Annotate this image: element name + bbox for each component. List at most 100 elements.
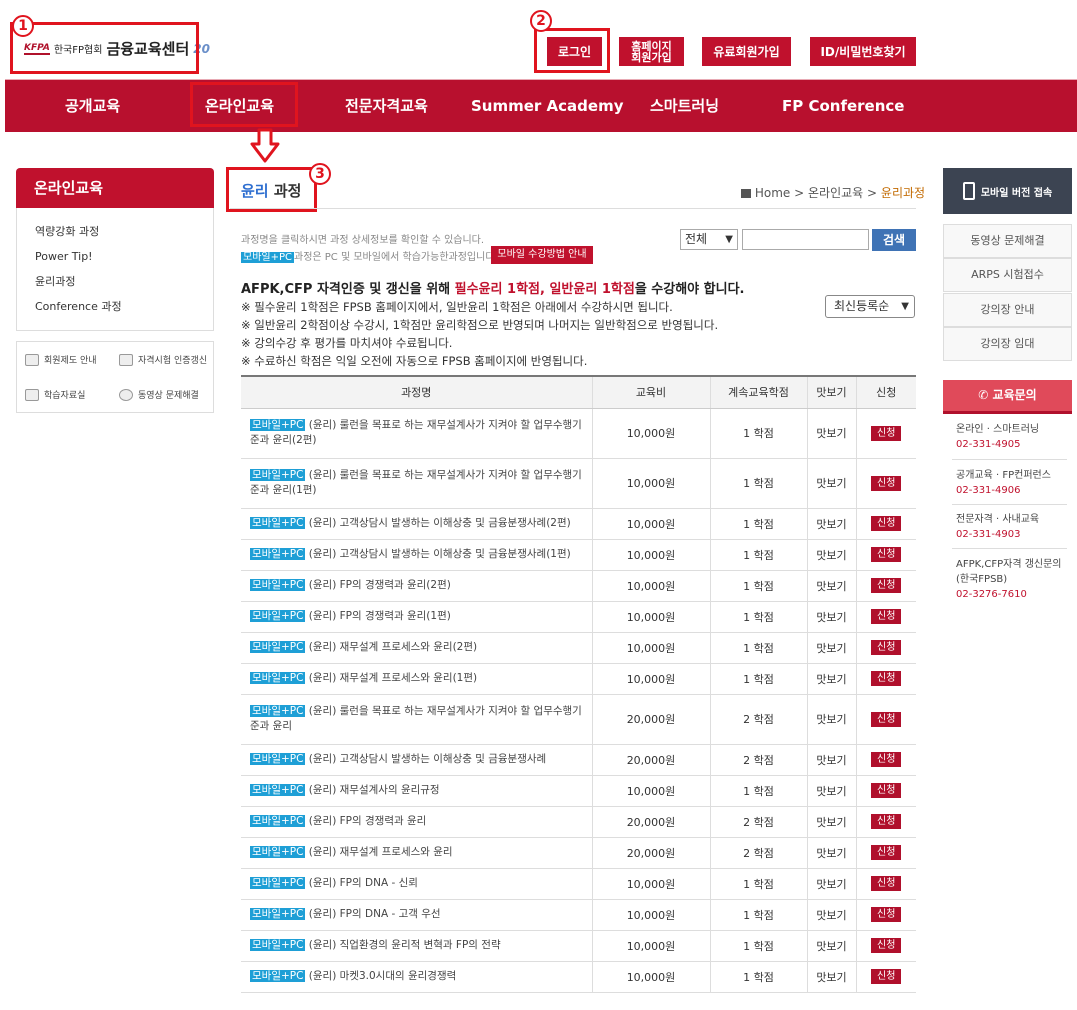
sidebar-item-capacity[interactable]: 역량강화 과정: [17, 222, 213, 247]
course-name-cell[interactable]: 모바일+PC (윤리) 재무설계 프로세스와 윤리(1편): [241, 663, 592, 695]
course-name[interactable]: (윤리) 직업환경의 윤리적 변혁과 FP의 전략: [305, 939, 501, 951]
breadcrumb-online[interactable]: 온라인교육: [808, 186, 863, 200]
preview-link[interactable]: 맛보기: [806, 663, 856, 695]
course-name[interactable]: (윤리) FP의 DNA - 고객 우선: [305, 908, 441, 920]
table-row[interactable]: 모바일+PC (윤리) 재무설계 프로세스와 윤리 20,000원 2 학점 맛보기 신…: [241, 837, 916, 869]
course-name-cell[interactable]: 모바일+PC (윤리) 고객상담시 발생하는 이해상충 및 금융분쟁사례(1편): [241, 539, 592, 571]
course-name-cell[interactable]: 모바일+PC (윤리) 룰런을 목표로 하는 재무설계사가 지켜야 할 업무수행…: [241, 694, 592, 745]
course-name-cell[interactable]: 모바일+PC (윤리) 마켓3.0시대의 윤리경쟁력: [241, 961, 592, 993]
course-name[interactable]: (윤리) 고객상담시 발생하는 이해상충 및 금융분쟁사례: [305, 753, 546, 765]
table-row[interactable]: 모바일+PC (윤리) 마켓3.0시대의 윤리경쟁력 10,000원 1 학점 맛보기…: [241, 961, 916, 993]
apply-button[interactable]: 신청: [871, 475, 902, 491]
sort-select[interactable]: 최신등록순 ▼: [825, 295, 915, 318]
search-input[interactable]: [742, 229, 869, 250]
course-name[interactable]: (윤리) 재무설계 프로세스와 윤리(2편): [305, 641, 477, 653]
table-row[interactable]: 모바일+PC (윤리) 직업환경의 윤리적 변혁과 FP의 전략 10,000원 1…: [241, 930, 916, 962]
course-name-cell[interactable]: 모바일+PC (윤리) 룰런을 목표로 하는 재무설계사가 지켜야 할 업무수행…: [241, 458, 592, 509]
table-row[interactable]: 모바일+PC (윤리) 고객상담시 발생하는 이해상충 및 금융분쟁사례(2편)…: [241, 508, 916, 540]
course-name[interactable]: (윤리) 마켓3.0시대의 윤리경쟁력: [305, 970, 457, 982]
preview-link[interactable]: 맛보기: [806, 694, 856, 745]
course-name[interactable]: (윤리) 고객상담시 발생하는 이해상충 및 금융분쟁사례(2편): [305, 517, 571, 529]
apply-button[interactable]: 신청: [871, 640, 902, 655]
table-row[interactable]: 모바일+PC (윤리) 룰런을 목표로 하는 재무설계사가 지켜야 할 업무수행…: [241, 408, 916, 459]
preview-link[interactable]: 맛보기: [806, 806, 856, 838]
preview-link[interactable]: 맛보기: [806, 458, 856, 509]
course-name-cell[interactable]: 모바일+PC (윤리) 재무설계사의 윤리규정: [241, 775, 592, 807]
course-name[interactable]: (윤리) FP의 경쟁력과 윤리: [305, 815, 427, 827]
quick-materials[interactable]: 학습자료실: [25, 388, 85, 401]
preview-link[interactable]: 맛보기: [806, 744, 856, 776]
apply-button[interactable]: 신청: [871, 752, 902, 767]
preview-link[interactable]: 맛보기: [806, 601, 856, 633]
course-name-cell[interactable]: 모바일+PC (윤리) FP의 DNA - 고객 우선: [241, 899, 592, 931]
sidebar-item-ethics[interactable]: 윤리과정: [17, 272, 213, 297]
course-name[interactable]: (윤리) FP의 DNA - 신뢰: [305, 877, 418, 889]
apply-button[interactable]: 신청: [871, 711, 902, 727]
course-name-cell[interactable]: 모바일+PC (윤리) FP의 경쟁력과 윤리: [241, 806, 592, 838]
apply-button[interactable]: 신청: [871, 876, 902, 891]
apply-button[interactable]: 신청: [871, 516, 902, 531]
table-row[interactable]: 모바일+PC (윤리) FP의 경쟁력과 윤리(2편) 10,000원 1 학점 맛보…: [241, 570, 916, 602]
apply-button[interactable]: 신청: [871, 845, 902, 860]
preview-link[interactable]: 맛보기: [806, 775, 856, 807]
table-row[interactable]: 모바일+PC (윤리) FP의 DNA - 고객 우선 10,000원 1 학점 맛보…: [241, 899, 916, 931]
paid-member-button[interactable]: 유료회원가입: [702, 37, 791, 66]
table-row[interactable]: 모바일+PC (윤리) 고객상담시 발생하는 이해상충 및 금융분쟁사례 20,0…: [241, 744, 916, 776]
table-row[interactable]: 모바일+PC (윤리) 재무설계 프로세스와 윤리(2편) 10,000원 1 학점…: [241, 632, 916, 664]
table-row[interactable]: 모바일+PC (윤리) FP의 경쟁력과 윤리 20,000원 2 학점 맛보기 신청: [241, 806, 916, 838]
nav-professional-cert[interactable]: 전문자격교육: [345, 80, 428, 133]
table-row[interactable]: 모바일+PC (윤리) FP의 경쟁력과 윤리(1편) 10,000원 1 학점 맛보…: [241, 601, 916, 633]
preview-link[interactable]: 맛보기: [806, 930, 856, 962]
apply-button[interactable]: 신청: [871, 425, 902, 441]
course-name[interactable]: (윤리) 재무설계사의 윤리규정: [305, 784, 440, 796]
apply-button[interactable]: 신청: [871, 547, 902, 562]
preview-link[interactable]: 맛보기: [806, 837, 856, 869]
table-row[interactable]: 모바일+PC (윤리) 룰런을 목표로 하는 재무설계사가 지켜야 할 업무수행…: [241, 458, 916, 509]
nav-public-education[interactable]: 공개교육: [65, 80, 120, 133]
course-name[interactable]: (윤리) 재무설계 프로세스와 윤리(1편): [305, 672, 477, 684]
apply-button[interactable]: 신청: [871, 783, 902, 798]
preview-link[interactable]: 맛보기: [806, 632, 856, 664]
right-link-venue-info[interactable]: 강의장 안내: [943, 293, 1072, 327]
course-name-cell[interactable]: 모바일+PC (윤리) 고객상담시 발생하는 이해상충 및 금융분쟁사례: [241, 744, 592, 776]
course-name-cell[interactable]: 모바일+PC (윤리) FP의 경쟁력과 윤리(2편): [241, 570, 592, 602]
preview-link[interactable]: 맛보기: [806, 508, 856, 540]
right-link-video-help[interactable]: 동영상 문제해결: [943, 224, 1072, 258]
table-row[interactable]: 모바일+PC (윤리) 재무설계 프로세스와 윤리(1편) 10,000원 1 학점…: [241, 663, 916, 695]
sidebar-item-conference[interactable]: Conference 과정: [17, 297, 213, 322]
preview-link[interactable]: 맛보기: [806, 408, 856, 459]
course-name-cell[interactable]: 모바일+PC (윤리) 재무설계 프로세스와 윤리(2편): [241, 632, 592, 664]
preview-link[interactable]: 맛보기: [806, 899, 856, 931]
right-link-arps[interactable]: ARPS 시험접수: [943, 258, 1072, 292]
apply-button[interactable]: 신청: [871, 609, 902, 624]
apply-button[interactable]: 신청: [871, 938, 902, 953]
table-row[interactable]: 모바일+PC (윤리) 룰런을 목표로 하는 재무설계사가 지켜야 할 업무수행…: [241, 694, 916, 745]
mobile-guide-button[interactable]: 모바일 수강방법 안내: [491, 246, 593, 264]
preview-link[interactable]: 맛보기: [806, 539, 856, 571]
nav-summer-academy[interactable]: Summer Academy: [471, 80, 623, 133]
table-row[interactable]: 모바일+PC (윤리) 고객상담시 발생하는 이해상충 및 금융분쟁사례(1편)…: [241, 539, 916, 571]
quick-video-help[interactable]: 동영상 문제해결: [119, 388, 199, 401]
course-name[interactable]: (윤리) FP의 경쟁력과 윤리(2편): [305, 579, 451, 591]
course-name-cell[interactable]: 모바일+PC (윤리) 고객상담시 발생하는 이해상충 및 금융분쟁사례(2편): [241, 508, 592, 540]
search-scope-select[interactable]: 전체 ▼: [680, 229, 738, 250]
preview-link[interactable]: 맛보기: [806, 868, 856, 900]
course-name-cell[interactable]: 모바일+PC (윤리) 직업환경의 윤리적 변혁과 FP의 전략: [241, 930, 592, 962]
table-row[interactable]: 모바일+PC (윤리) 재무설계사의 윤리규정 10,000원 1 학점 맛보기 신청: [241, 775, 916, 807]
apply-button[interactable]: 신청: [871, 578, 902, 593]
apply-button[interactable]: 신청: [871, 814, 902, 829]
apply-button[interactable]: 신청: [871, 969, 902, 984]
course-name-cell[interactable]: 모바일+PC (윤리) 재무설계 프로세스와 윤리: [241, 837, 592, 869]
breadcrumb-home[interactable]: Home: [755, 186, 790, 200]
preview-link[interactable]: 맛보기: [806, 570, 856, 602]
course-name[interactable]: (윤리) FP의 경쟁력과 윤리(1편): [305, 610, 451, 622]
sidebar-item-power-tip[interactable]: Power Tip!: [17, 247, 213, 272]
mobile-version-button[interactable]: 모바일 버전 접속: [943, 168, 1072, 214]
nav-smart-learning[interactable]: 스마트러닝: [650, 80, 719, 133]
course-name[interactable]: (윤리) 재무설계 프로세스와 윤리: [305, 846, 453, 858]
apply-button[interactable]: 신청: [871, 671, 902, 686]
search-button[interactable]: 검색: [872, 229, 916, 251]
course-name-cell[interactable]: 모바일+PC (윤리) 룰런을 목표로 하는 재무설계사가 지켜야 할 업무수행…: [241, 408, 592, 459]
course-name-cell[interactable]: 모바일+PC (윤리) FP의 DNA - 신뢰: [241, 868, 592, 900]
quick-exam-renewal[interactable]: 자격시험 인증갱신: [119, 353, 207, 366]
